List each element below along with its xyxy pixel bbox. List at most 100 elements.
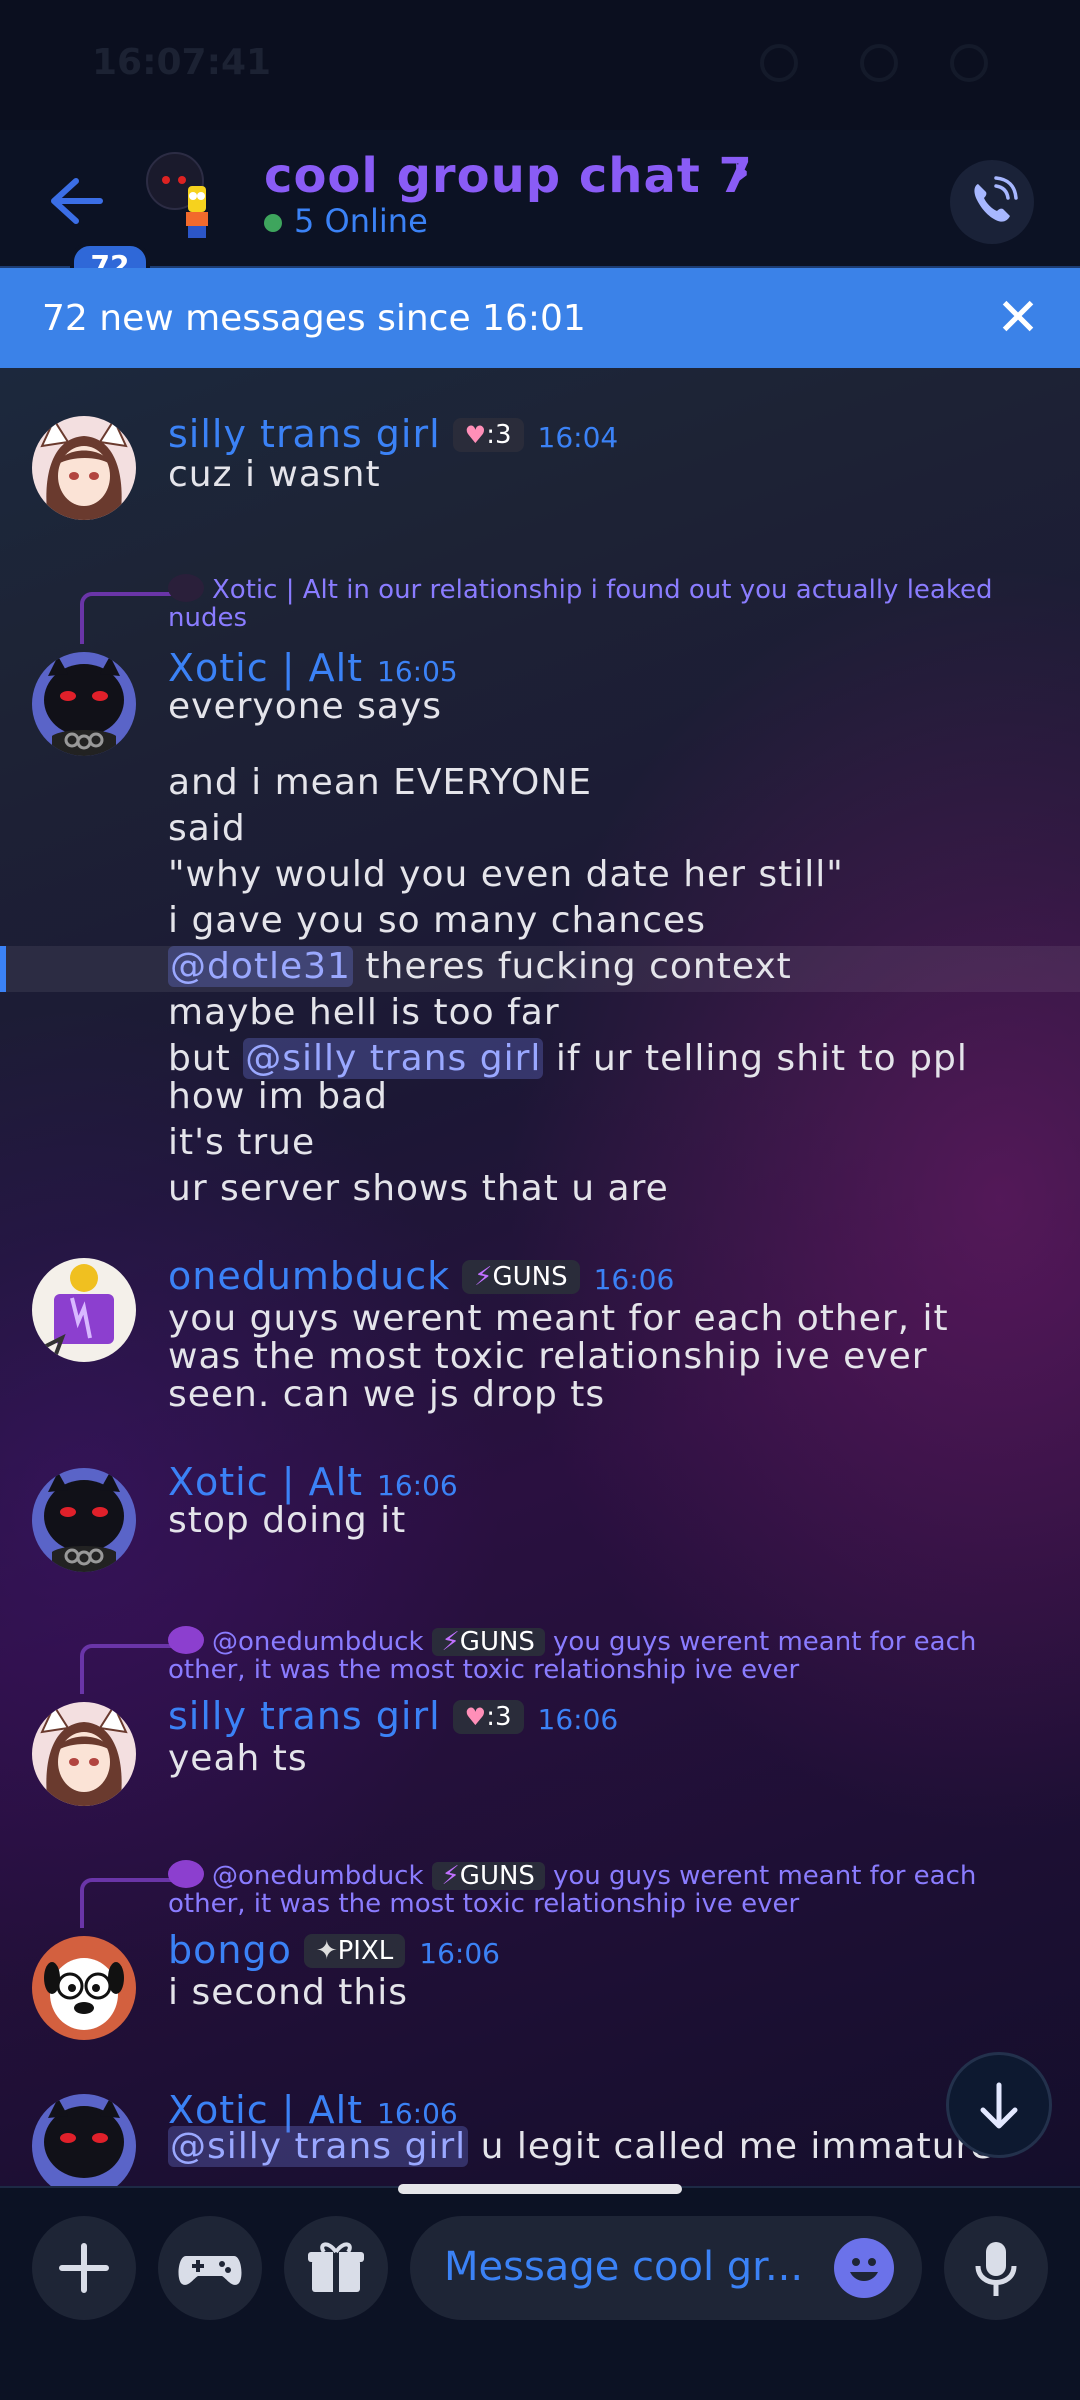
call-button[interactable]	[950, 160, 1034, 244]
back-button[interactable]: 72	[40, 170, 150, 290]
reply-connector	[80, 1644, 172, 1694]
home-indicator[interactable]	[398, 2184, 682, 2194]
chevron-right-icon[interactable]: ›	[732, 146, 750, 197]
reply-preview[interactable]: @onedumbduck ⚡GUNS you guys werent meant f…	[168, 1626, 1008, 1684]
user-mention[interactable]: @dotle31	[168, 946, 353, 987]
author-name[interactable]: onedumbduck	[168, 1254, 450, 1298]
avatar-xotic-alt[interactable]	[32, 1468, 136, 1572]
user-mention[interactable]: @silly trans girl	[243, 1038, 544, 1079]
message-text: stop doing it	[168, 1500, 407, 1541]
message-text: but @silly trans girl if ur telling shit…	[168, 1038, 968, 1079]
author-name[interactable]: bongo	[168, 1928, 292, 1972]
avatar-silly-trans-girl[interactable]	[32, 1702, 136, 1806]
avatar-silly-trans-girl[interactable]	[32, 416, 136, 520]
reply-avatar	[168, 574, 204, 602]
avatar-xotic-alt[interactable]	[32, 2094, 136, 2198]
author-name[interactable]: Xotic | Alt	[168, 1460, 363, 1504]
author-tag: ⚡GUNS	[462, 1260, 580, 1294]
highlight-indicator	[0, 946, 6, 992]
lightning-icon: ⚡	[474, 1262, 493, 1292]
message-time: 16:04	[537, 421, 619, 454]
new-messages-banner[interactable]: 72 new messages since 16:01 ✕	[0, 268, 1080, 368]
author-tag: ✦PIXL	[303, 1934, 406, 1968]
message-author-row: silly trans girl ♥:3 16:04	[168, 412, 618, 456]
wifi-icon	[860, 44, 898, 82]
reply-connector	[80, 592, 172, 644]
online-count: 5 Online	[294, 202, 428, 240]
group-avatar[interactable]	[146, 152, 220, 242]
author-name[interactable]: Xotic | Alt	[168, 646, 363, 690]
message-time: 16:05	[377, 655, 458, 688]
message-text: @dotle31 theres fucking context	[168, 946, 792, 987]
message-input[interactable]: Message cool gr...	[410, 2216, 922, 2320]
message-text: said	[168, 808, 246, 849]
author-name[interactable]: silly trans girl	[168, 412, 441, 456]
arrow-down-icon	[980, 2082, 1018, 2129]
message-author-row: onedumbduck ⚡GUNS 16:06	[168, 1254, 674, 1298]
message-text: @silly trans girl u legit called me imma…	[168, 2126, 994, 2167]
message-text: ur server shows that u are	[168, 1168, 669, 1209]
reply-avatar	[168, 1860, 204, 1888]
message-text: everyone says	[168, 686, 443, 727]
message-text: maybe hell is too far	[168, 992, 560, 1033]
message-time: 16:06	[377, 1469, 458, 1502]
message-author-row: Xotic | Alt 16:06	[168, 1460, 458, 1504]
emoji-button[interactable]	[834, 2238, 894, 2298]
message-text: and i mean EVERYONE	[168, 762, 593, 803]
alarm-icon	[760, 44, 798, 82]
message-text: "why would you even date her still"	[168, 854, 844, 895]
close-icon[interactable]: ✕	[990, 290, 1046, 346]
author-tag: ♥:3	[452, 1700, 524, 1734]
author-tag: ⚡GUNS	[431, 1861, 545, 1891]
message-author-row: silly trans girl ♥:3 16:06	[168, 1694, 618, 1738]
chat-title[interactable]: cool group chat 7	[264, 148, 753, 204]
voice-message-button[interactable]	[944, 2216, 1048, 2320]
status-time: 16:07:41	[92, 42, 272, 83]
message-text: was the most toxic relationship ive ever	[168, 1336, 928, 1377]
heart-icon: ♥	[464, 421, 487, 449]
plus-icon	[59, 2243, 109, 2293]
message-text: how im bad	[168, 1076, 389, 1117]
phone-icon	[974, 176, 1018, 222]
reply-author: @onedumbduck	[212, 1861, 424, 1891]
message-text: i gave you so many chances	[168, 900, 706, 941]
pixel-icon: ✦	[315, 1936, 338, 1966]
activities-button[interactable]	[158, 2216, 262, 2320]
chat-header: 72 cool group chat 7 › 5 Online	[0, 130, 1080, 290]
reply-author: @onedumbduck	[212, 1627, 424, 1657]
add-attachment-button[interactable]	[32, 2216, 136, 2320]
emoji-icon	[850, 2258, 878, 2281]
message-author-row: bongo ✦PIXL 16:06	[168, 1928, 500, 1972]
avatar-xotic-alt[interactable]	[32, 652, 136, 756]
lightning-icon: ⚡	[441, 1627, 460, 1657]
reply-connector	[80, 1878, 172, 1928]
chat-screen: 16:07:41 72 cool group chat 7 › 5 Online…	[0, 0, 1080, 2400]
author-tag: ⚡GUNS	[431, 1627, 545, 1657]
user-mention[interactable]: @silly trans girl	[168, 2126, 469, 2167]
message-time: 16:06	[537, 1703, 619, 1736]
scroll-to-bottom-button[interactable]	[946, 2052, 1052, 2158]
message-text: it's true	[168, 1122, 316, 1163]
lightning-icon: ⚡	[441, 1861, 460, 1891]
message-time: 16:06	[593, 1263, 675, 1296]
author-name[interactable]: silly trans girl	[168, 1694, 441, 1738]
arrow-left-icon	[48, 176, 104, 236]
gamepad-icon	[178, 2256, 242, 2285]
message-text: seen. can we js drop ts	[168, 1374, 606, 1415]
gift-icon	[308, 2242, 364, 2292]
avatar-onedumbduck[interactable]	[32, 1258, 136, 1362]
avatar-bongo[interactable]	[32, 1936, 136, 2040]
author-tag: ♥:3	[452, 418, 524, 452]
message-text: i second this	[168, 1972, 408, 2013]
gift-button[interactable]	[284, 2216, 388, 2320]
message-text: you guys werent meant for each other, it	[168, 1298, 949, 1339]
reply-preview[interactable]: @onedumbduck ⚡GUNS you guys werent meant f…	[168, 1860, 1008, 1918]
message-author-row: Xotic | Alt 16:05	[168, 646, 458, 690]
reply-avatar	[168, 1626, 204, 1654]
microphone-icon	[975, 2242, 1017, 2296]
avatar-member-2	[182, 186, 212, 242]
reply-preview[interactable]: Xotic | Alt in our relationship i found …	[168, 574, 1008, 632]
composer-bar: Message cool gr...	[0, 2186, 1080, 2400]
heart-icon: ♥	[464, 1703, 487, 1731]
online-dot	[264, 214, 282, 232]
